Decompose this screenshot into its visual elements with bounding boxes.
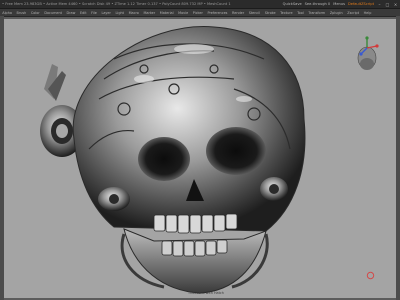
menu-item-help[interactable]: Help [361,11,373,15]
menu-item-tool[interactable]: Tool [295,11,306,15]
minimize-icon[interactable]: – [377,2,382,7]
menu-item-picker[interactable]: Picker [190,11,205,15]
menu-item-transform[interactable]: Transform [306,11,327,15]
upper-teeth [153,213,238,234]
menu-item-brush[interactable]: Brush [14,11,28,15]
menu-item-edit[interactable]: Edit [78,11,89,15]
title-bar: • Free Mem 23.983GB • Active Mem 4460 • … [0,0,400,9]
menu-item-material[interactable]: Material [157,11,175,15]
menu-item-layer[interactable]: Layer [99,11,113,15]
menu-item-color[interactable]: Color [29,11,42,15]
menu-item-render[interactable]: Render [230,11,247,15]
menu-item-file[interactable]: File [89,11,99,15]
left-eye-socket [138,137,190,181]
see-through-slider[interactable]: See-through 0 [305,2,331,6]
menu-item-document[interactable]: Document [42,11,64,15]
menu-item-preferences[interactable]: Preferences [205,11,230,15]
maximize-icon[interactable]: □ [385,2,390,7]
menu-item-stencil[interactable]: Stencil [246,11,262,15]
menu-item-movie[interactable]: Movie [176,11,191,15]
canvas-caption: Thousand with Hatch [188,291,224,295]
menu-item-alpha[interactable]: Alpha [0,11,14,15]
rotation-target-icon[interactable] [366,271,375,280]
right-tray[interactable] [396,16,400,300]
menu-item-marker[interactable]: Marker [141,11,157,15]
menu-bar: Alpha Brush Color Document Draw Edit File Layer… [0,9,400,17]
status-readout: • Free Mem 23.983GB • Active Mem 4460 • … [2,2,231,6]
right-eye-socket [206,127,266,175]
document-canvas[interactable]: Thousand with Hatch [4,19,396,298]
skull-model[interactable] [4,19,396,298]
menu-item-zscript[interactable]: Zscript [345,11,361,15]
orientation-gizmo-icon[interactable] [349,34,385,74]
menu-item-stroke[interactable]: Stroke [262,11,277,15]
menus-button[interactable]: Menus [333,2,345,6]
window-controls: – □ × [377,2,398,7]
menu-item-light[interactable]: Light [113,11,126,15]
menu-item-texture[interactable]: Texture [278,11,295,15]
menu-item-macro[interactable]: Macro [126,11,141,15]
quicksave-button[interactable]: QuickSave [283,2,302,6]
menu-item-draw[interactable]: Draw [64,11,77,15]
default-zscript-button[interactable]: DefaultZScript [348,2,374,6]
menu-item-zplugin[interactable]: Zplugin [328,11,345,15]
close-icon[interactable]: × [393,2,398,7]
